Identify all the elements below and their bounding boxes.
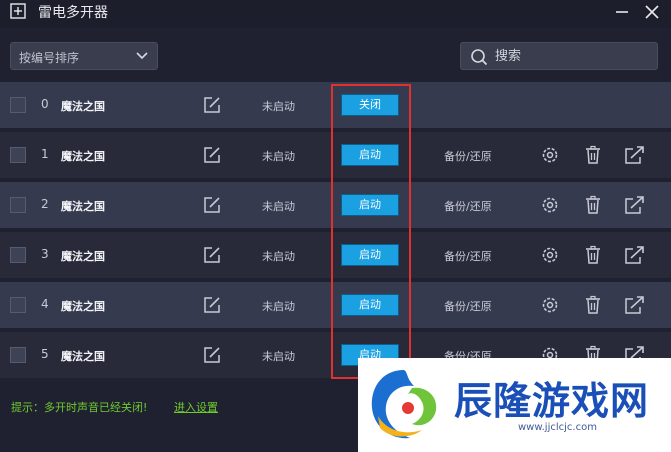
close-icon[interactable]: [642, 2, 662, 22]
minimize-icon[interactable]: [612, 2, 632, 22]
instance-name: 魔法之国: [61, 100, 105, 113]
instance-status: 未启动: [262, 300, 295, 313]
app-plus-icon: [10, 3, 26, 19]
row-checkbox[interactable]: [10, 297, 26, 313]
search-box[interactable]: [460, 42, 658, 70]
row-checkbox[interactable]: [10, 197, 26, 213]
stop-button[interactable]: 关闭: [341, 94, 399, 116]
watermark-title: 辰隆游戏网: [454, 379, 650, 423]
gear-icon[interactable]: [540, 145, 560, 165]
instance-status: 未启动: [262, 350, 295, 363]
row-checkbox[interactable]: [10, 97, 26, 113]
backup-restore-link[interactable]: 备份/还原: [444, 148, 492, 164]
site-watermark: 辰隆游戏网 www.jjclcjc.com: [358, 358, 671, 452]
row-checkbox[interactable]: [10, 347, 26, 363]
instance-row-0: 0 魔法之国 未启动 关闭: [0, 82, 671, 128]
export-icon[interactable]: [624, 295, 646, 315]
search-icon: [471, 49, 488, 66]
instance-row-3: 3 魔法之国 未启动 启动 备份/还原: [0, 232, 671, 278]
chevron-down-icon: [136, 52, 148, 60]
instance-name: 魔法之国: [61, 350, 105, 363]
gear-icon[interactable]: [540, 295, 560, 315]
start-button[interactable]: 启动: [341, 194, 399, 216]
row-index: 3: [41, 247, 49, 261]
start-button[interactable]: 启动: [341, 244, 399, 266]
settings-link[interactable]: 进入设置: [174, 399, 218, 415]
instance-status: 未启动: [262, 100, 295, 113]
edit-icon[interactable]: [203, 196, 221, 214]
gear-icon[interactable]: [540, 245, 560, 265]
title-bar: 雷电多开器: [0, 0, 671, 28]
instance-status: 未启动: [262, 150, 295, 163]
gear-icon[interactable]: [540, 195, 560, 215]
trash-icon[interactable]: [583, 145, 603, 165]
edit-icon[interactable]: [203, 96, 221, 114]
instance-name: 魔法之国: [61, 250, 105, 263]
instance-row-2: 2 魔法之国 未启动 启动 备份/还原: [0, 182, 671, 228]
instance-row-4: 4 魔法之国 未启动 启动 备份/还原: [0, 282, 671, 328]
export-icon[interactable]: [624, 145, 646, 165]
start-button[interactable]: 启动: [341, 294, 399, 316]
edit-icon[interactable]: [203, 246, 221, 264]
start-button[interactable]: 启动: [341, 144, 399, 166]
instance-status: 未启动: [262, 250, 295, 263]
export-icon[interactable]: [624, 195, 646, 215]
backup-restore-link[interactable]: 备份/还原: [444, 298, 492, 314]
row-index: 5: [41, 347, 49, 361]
trash-icon[interactable]: [583, 245, 603, 265]
row-index: 1: [41, 147, 49, 161]
row-index: 0: [41, 97, 49, 111]
sort-dropdown-label: 按编号排序: [19, 51, 80, 65]
watermark-url: www.jjclcjc.com: [518, 422, 597, 433]
watermark-logo-icon: [371, 370, 437, 439]
search-input[interactable]: [495, 47, 645, 65]
multi-instance-manager-window: 雷电多开器 按编号排序 0 魔法之国 未启动 关闭: [0, 0, 671, 452]
trash-icon[interactable]: [583, 195, 603, 215]
window-title: 雷电多开器: [38, 5, 108, 21]
export-icon[interactable]: [624, 245, 646, 265]
instance-name: 魔法之国: [61, 200, 105, 213]
edit-icon[interactable]: [203, 146, 221, 164]
sound-tip-text: 提示：多开时声音已经关闭!: [11, 401, 148, 414]
row-index: 2: [41, 197, 49, 211]
trash-icon[interactable]: [583, 295, 603, 315]
instance-status: 未启动: [262, 200, 295, 213]
row-checkbox[interactable]: [10, 247, 26, 263]
instance-name: 魔法之国: [61, 300, 105, 313]
instance-row-1: 1 魔法之国 未启动 启动 备份/还原: [0, 132, 671, 178]
backup-restore-link[interactable]: 备份/还原: [444, 198, 492, 214]
backup-restore-link[interactable]: 备份/还原: [444, 248, 492, 264]
row-index: 4: [41, 297, 49, 311]
edit-icon[interactable]: [203, 346, 221, 364]
row-checkbox[interactable]: [10, 147, 26, 163]
edit-icon[interactable]: [203, 296, 221, 314]
sort-dropdown[interactable]: 按编号排序: [10, 42, 158, 70]
instance-name: 魔法之国: [61, 150, 105, 163]
